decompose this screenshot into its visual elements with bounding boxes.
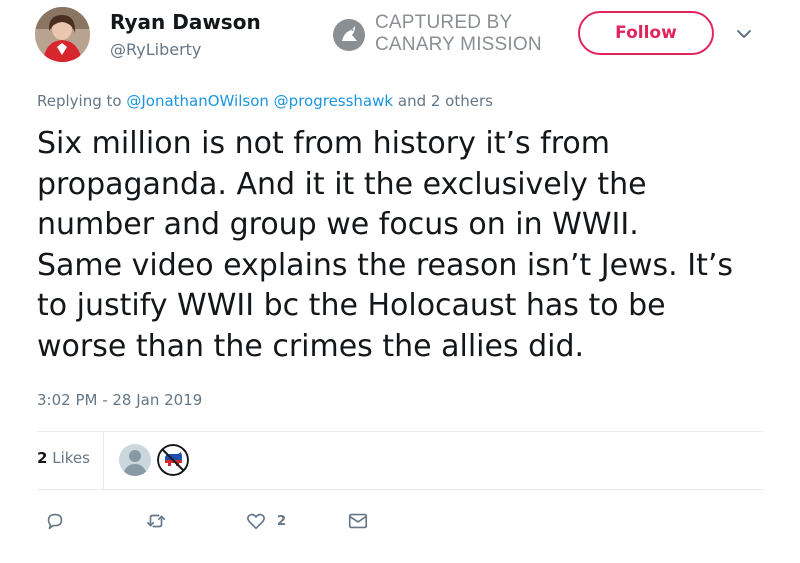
liker-avatar[interactable] <box>157 444 189 476</box>
follow-button[interactable]: Follow <box>578 11 714 55</box>
envelope-icon <box>348 513 368 529</box>
mention-link[interactable]: @progresshawk <box>274 92 393 110</box>
divider <box>103 432 104 490</box>
tweet-line: worse than the crimes the allies did. <box>37 328 585 364</box>
like-button[interactable]: 2 <box>245 510 286 532</box>
reply-prefix: Replying to <box>37 92 122 110</box>
reply-suffix[interactable]: and 2 others <box>398 92 493 110</box>
tweet-line: to justify WWII bc the Holocaust has to … <box>37 288 666 323</box>
avatar[interactable] <box>35 7 90 62</box>
tweet-line: propaganda. And it it the exclusively th… <box>37 166 647 202</box>
reply-button[interactable] <box>44 510 66 532</box>
author-handle[interactable]: @RyLiberty <box>110 40 201 59</box>
divider <box>37 431 764 432</box>
likes-label: Likes <box>52 449 90 467</box>
chevron-down-icon[interactable] <box>732 22 756 46</box>
direct-message-button[interactable] <box>347 510 369 532</box>
timestamp[interactable]: 3:02 PM - 28 Jan 2019 <box>37 391 202 409</box>
canary-logo-icon <box>333 19 365 51</box>
stamp-line-1: CAPTURED BY <box>375 12 513 33</box>
retweet-button[interactable] <box>145 510 167 532</box>
mention-link[interactable]: @JonathanOWilson <box>126 92 269 110</box>
reply-context: Replying to @JonathanOWilson @progressha… <box>37 92 493 110</box>
canary-mission-stamp: CAPTURED BY CANARY MISSION <box>333 12 542 56</box>
tweet-line: Same video explains the reason isn’t Jew… <box>37 247 734 283</box>
tweet-line: number and group we focus on in WWII. <box>37 207 639 242</box>
tweet-line: Six million is not from history it’s fro… <box>37 126 610 161</box>
retweet-icon <box>146 514 166 528</box>
reply-icon <box>47 513 63 530</box>
tweet-text: Six million is not from history it’s fro… <box>37 124 757 367</box>
heart-icon <box>247 513 265 530</box>
liker-avatar[interactable] <box>119 444 151 476</box>
like-count: 2 <box>277 513 287 529</box>
likes-count[interactable]: 2 Likes <box>37 449 90 467</box>
stamp-line-2: CANARY MISSION <box>375 34 542 55</box>
likes-number: 2 <box>37 449 48 467</box>
author-name[interactable]: Ryan Dawson <box>110 10 261 34</box>
divider <box>37 489 764 490</box>
